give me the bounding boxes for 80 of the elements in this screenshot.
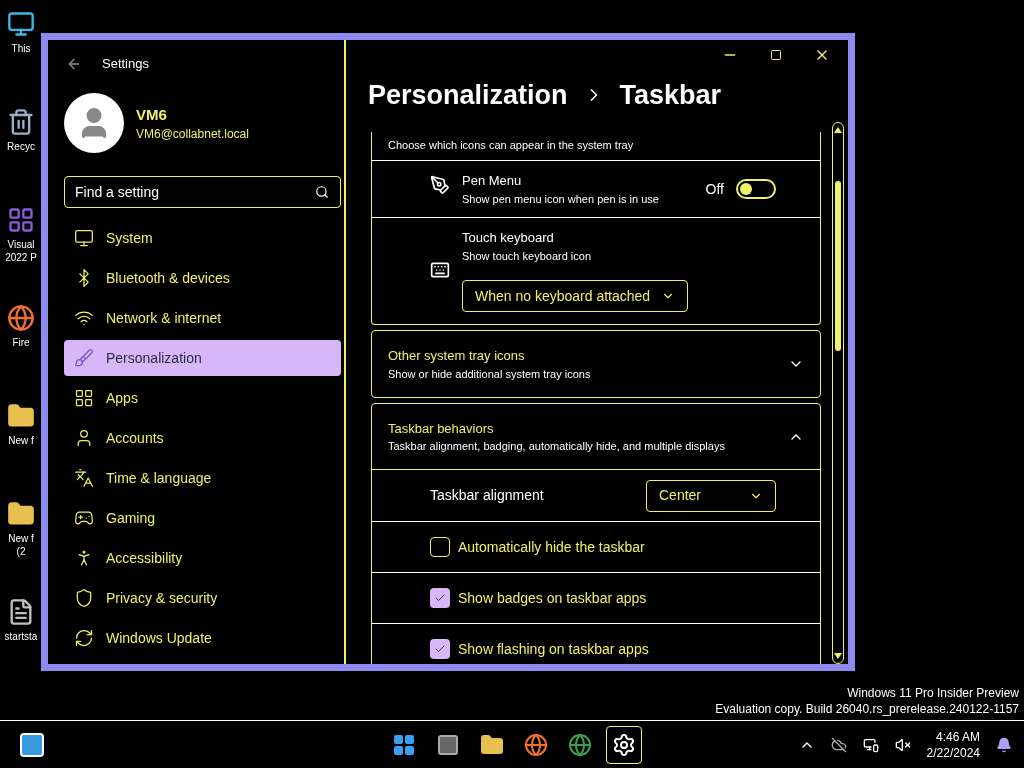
nav-item[interactable]: Accounts xyxy=(64,420,341,456)
desktop-icon[interactable] xyxy=(7,10,35,38)
setting-label: Taskbar alignment xyxy=(430,486,544,505)
setting-subtitle: Show touch keyboard icon xyxy=(462,248,592,264)
dropdown[interactable]: When no keyboard attached xyxy=(462,280,688,312)
nav-item[interactable]: Time & language xyxy=(64,460,341,496)
mute-icon[interactable] xyxy=(894,736,911,753)
nav-item[interactable]: Personalization xyxy=(64,340,341,376)
cloud-off-icon[interactable] xyxy=(830,736,847,753)
desktop-icon-label: This xyxy=(11,42,31,55)
expander-subtitle: Show or hide additional system tray icons xyxy=(388,366,591,382)
windows-logo-icon xyxy=(392,732,416,757)
search-field[interactable]: Find a setting xyxy=(64,176,341,208)
language-icon xyxy=(74,468,94,488)
task-view-icon xyxy=(436,732,460,757)
pen-icon xyxy=(430,175,450,195)
gear-icon xyxy=(612,732,636,757)
brush-icon xyxy=(74,348,94,368)
network-icon[interactable] xyxy=(862,736,879,753)
toggle-switch[interactable] xyxy=(736,179,776,199)
setting-title: Pen Menu xyxy=(462,172,523,190)
check-icon xyxy=(434,592,446,604)
shield-icon xyxy=(74,588,94,608)
page-title: Taskbar xyxy=(619,78,722,112)
checkbox[interactable] xyxy=(430,588,450,608)
bell-icon[interactable] xyxy=(996,736,1012,753)
globe-icon xyxy=(524,732,548,757)
desktop-icon-label: New f (2 xyxy=(8,532,34,558)
desktop-icon-label: Recyc xyxy=(7,140,35,153)
setting-title: Touch keyboard xyxy=(462,229,555,247)
checkbox-label[interactable]: Show badges on taskbar apps xyxy=(458,587,647,609)
page-title[interactable]: Personalization xyxy=(368,74,568,116)
nav-item[interactable]: Accessibility xyxy=(64,540,341,576)
taskbar-app[interactable] xyxy=(606,725,642,764)
nav-item[interactable]: Network & internet xyxy=(64,300,341,336)
desktop-icon-label: startsta xyxy=(4,630,38,643)
checkbox[interactable] xyxy=(430,537,450,557)
desktop-icon-label: Visual 2022 P xyxy=(5,238,37,264)
os-build-notice: Windows 11 Pro Insider Preview xyxy=(847,685,1019,701)
nav-item[interactable]: Windows Update xyxy=(64,620,341,656)
nav-item[interactable]: Privacy & security xyxy=(64,580,341,616)
expander-subtitle: Taskbar alignment, badging, automatically hide, and multiple displays xyxy=(388,439,725,454)
user-email: VM6@collabnet.local xyxy=(136,126,249,143)
desktop-icon-label: Fire xyxy=(12,336,30,349)
nav-item[interactable]: Gaming xyxy=(64,500,341,536)
desktop-icon[interactable] xyxy=(7,500,35,528)
setting-subtitle: Show pen menu icon when pen is in use xyxy=(462,191,659,207)
user-name: VM6 xyxy=(136,104,168,125)
avatar xyxy=(64,93,124,153)
toggle-state: Off xyxy=(705,179,724,199)
globe-icon xyxy=(568,732,592,757)
refresh-icon xyxy=(74,628,94,648)
nav-item[interactable]: Bluetooth & devices xyxy=(64,260,341,296)
window-title: Settings xyxy=(102,55,149,74)
nav-item[interactable]: Apps xyxy=(64,380,341,416)
widgets-icon[interactable] xyxy=(20,732,44,757)
checkbox-label[interactable]: Automatically hide the taskbar xyxy=(458,536,645,558)
monitor-icon xyxy=(74,228,94,248)
back-icon[interactable] xyxy=(66,56,82,72)
check-icon xyxy=(434,643,446,655)
dropdown[interactable]: Center xyxy=(646,479,776,512)
checkbox[interactable] xyxy=(430,639,450,659)
checkbox-label[interactable]: Show flashing on taskbar apps xyxy=(458,638,649,660)
expander-header[interactable]: Other system tray icons Show or hide additional system tray icons xyxy=(372,331,820,397)
desktop-icon[interactable] xyxy=(7,304,35,332)
os-build-notice: Evaluation copy. Build 26040.rs_prerelease.240122-1157 xyxy=(715,701,1019,717)
expander-title: Other system tray icons xyxy=(388,347,526,365)
maximize-icon[interactable] xyxy=(770,49,782,61)
desktop-icon[interactable] xyxy=(7,402,35,430)
clock[interactable]: 4:46 AM 2/22/2024 xyxy=(926,728,980,761)
expander-header[interactable]: Taskbar behaviors Taskbar alignment, badging, automatically hide, and multiple displays xyxy=(372,404,820,470)
expander-title: Taskbar behaviors xyxy=(388,419,495,438)
card-description: Choose which icons can appear in the system tray xyxy=(388,139,634,151)
nav-item[interactable]: System xyxy=(64,220,341,256)
search-icon xyxy=(315,185,329,199)
desktop-icon[interactable] xyxy=(7,108,35,136)
keyboard-icon xyxy=(430,260,450,280)
apps-grid-icon xyxy=(74,388,94,408)
folder-icon xyxy=(480,732,504,757)
desktop-icon-label: New f xyxy=(8,434,34,447)
